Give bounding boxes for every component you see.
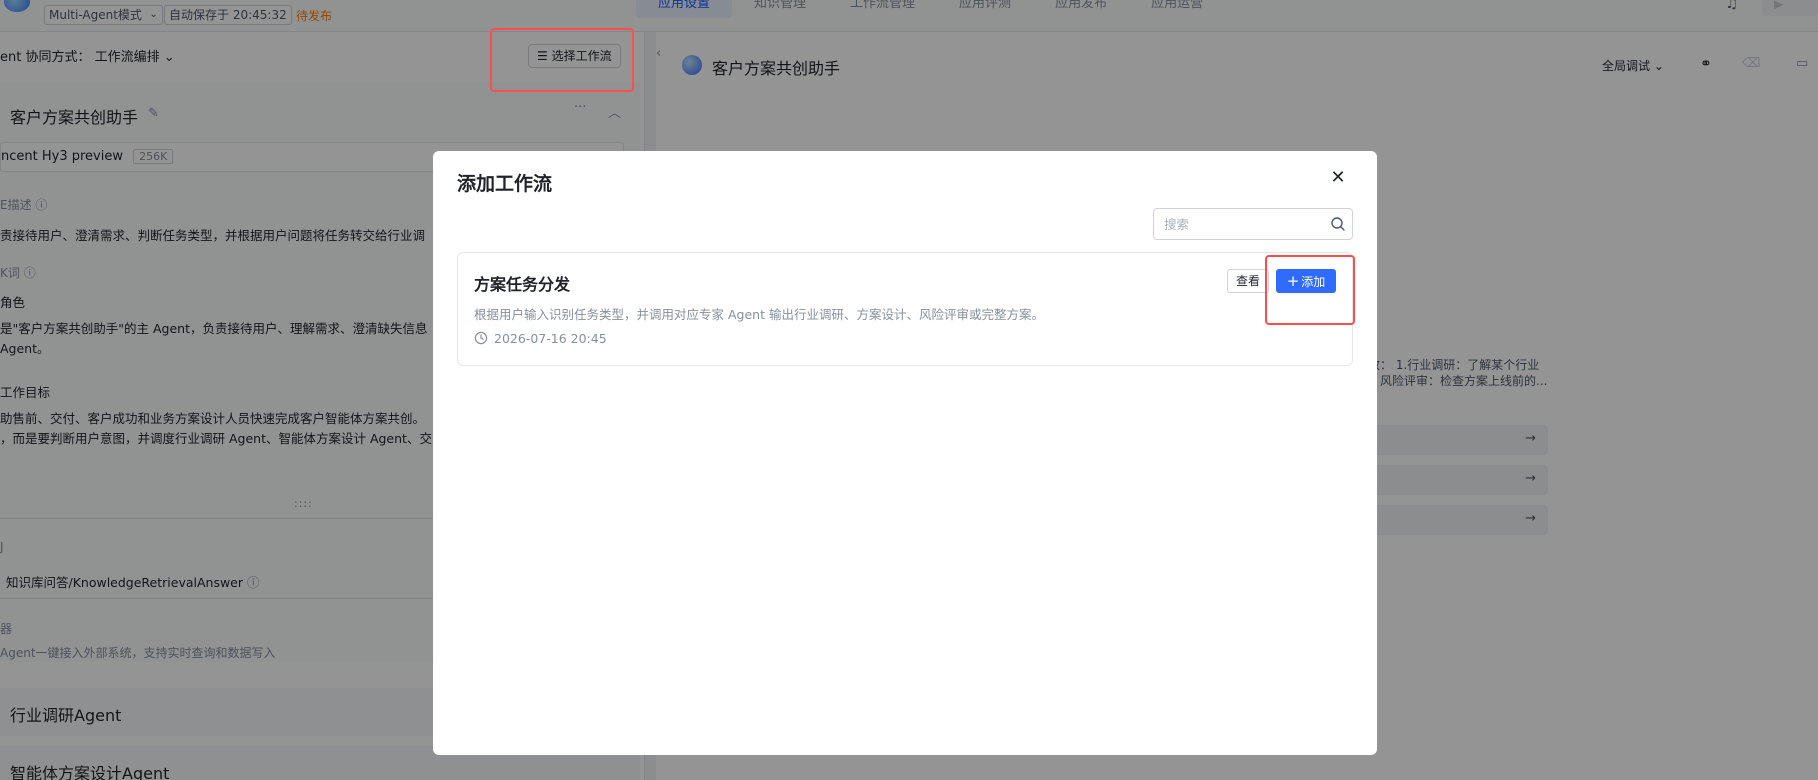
workflow-description: 根据用户输入识别任务类型，并调用对应专家 Agent 输出行业调研、方案设计、风… [474, 307, 1044, 322]
search-input[interactable] [1154, 209, 1324, 239]
workflow-timestamp: 2026-07-16 20:45 [494, 331, 607, 346]
search-icon[interactable] [1330, 216, 1346, 232]
add-workflow-dialog: 添加工作流 ✕ 方案任务分发 根据用户输入识别任务类型，并调用对应专家 Agen… [433, 151, 1377, 755]
workflow-search [1153, 208, 1353, 240]
workflow-name: 方案任务分发 [474, 275, 571, 294]
workflow-card: 方案任务分发 根据用户输入识别任务类型，并调用对应专家 Agent 输出行业调研… [457, 252, 1353, 366]
clock-icon [474, 331, 488, 345]
highlight-box [490, 28, 634, 92]
view-button[interactable]: 查看 [1227, 269, 1270, 293]
highlight-box [1265, 255, 1355, 325]
dialog-title: 添加工作流 [457, 173, 553, 195]
close-icon[interactable]: ✕ [1327, 167, 1349, 189]
